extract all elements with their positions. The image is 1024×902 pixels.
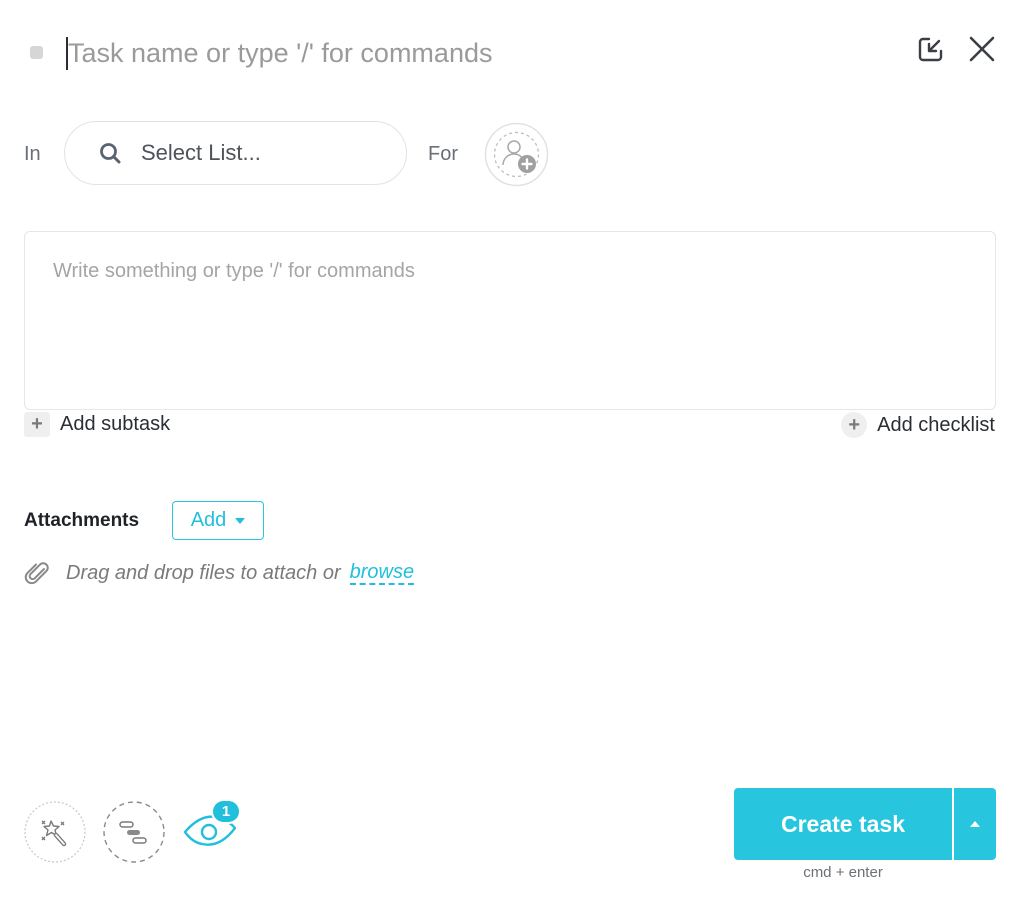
add-subtask-label: Add subtask bbox=[60, 413, 171, 435]
attachment-dropzone[interactable]: Drag and drop files to attach or browse bbox=[24, 560, 415, 586]
create-options-button[interactable] bbox=[954, 788, 996, 860]
watchers-count-badge: 1 bbox=[211, 799, 241, 824]
gantt-button[interactable] bbox=[103, 801, 165, 863]
browse-link[interactable]: browse bbox=[349, 561, 415, 585]
minimize-button[interactable] bbox=[914, 32, 948, 66]
add-subtask-button[interactable]: + Add subtask bbox=[24, 412, 170, 437]
caret-down-icon bbox=[235, 517, 246, 524]
minimize-to-corner-icon bbox=[918, 37, 943, 62]
list-select-label: Select List... bbox=[141, 140, 261, 165]
attachments-label: Attachments bbox=[24, 510, 140, 531]
status-square-icon[interactable] bbox=[30, 46, 43, 59]
add-checklist-button[interactable]: + Add checklist bbox=[841, 412, 995, 438]
description-input[interactable] bbox=[25, 232, 995, 409]
create-task-button[interactable]: Create task bbox=[734, 788, 952, 860]
plus-icon: + bbox=[841, 412, 868, 438]
add-assignee-icon bbox=[484, 122, 549, 187]
shortcut-hint: cmd + enter bbox=[803, 864, 883, 881]
add-attachment-button[interactable]: Add bbox=[172, 501, 264, 540]
paperclip-icon bbox=[24, 562, 49, 585]
search-icon bbox=[100, 143, 121, 164]
caret-up-icon bbox=[970, 821, 980, 827]
list-select[interactable]: Select List... bbox=[64, 121, 407, 185]
magic-wand-icon bbox=[24, 801, 86, 863]
magic-wand-button[interactable] bbox=[24, 801, 86, 863]
add-attachment-label: Add bbox=[190, 509, 227, 531]
for-label: For bbox=[428, 143, 458, 165]
drop-text: Drag and drop files to attach or bbox=[66, 561, 341, 584]
task-name-input[interactable] bbox=[68, 35, 828, 71]
close-icon bbox=[969, 36, 995, 62]
in-label: In bbox=[24, 143, 41, 165]
add-assignee-button[interactable] bbox=[484, 122, 549, 187]
gantt-icon bbox=[103, 801, 165, 863]
plus-icon: + bbox=[24, 412, 50, 437]
close-button[interactable] bbox=[965, 32, 999, 66]
description-editor[interactable] bbox=[24, 231, 996, 410]
add-checklist-label: Add checklist bbox=[877, 413, 995, 436]
